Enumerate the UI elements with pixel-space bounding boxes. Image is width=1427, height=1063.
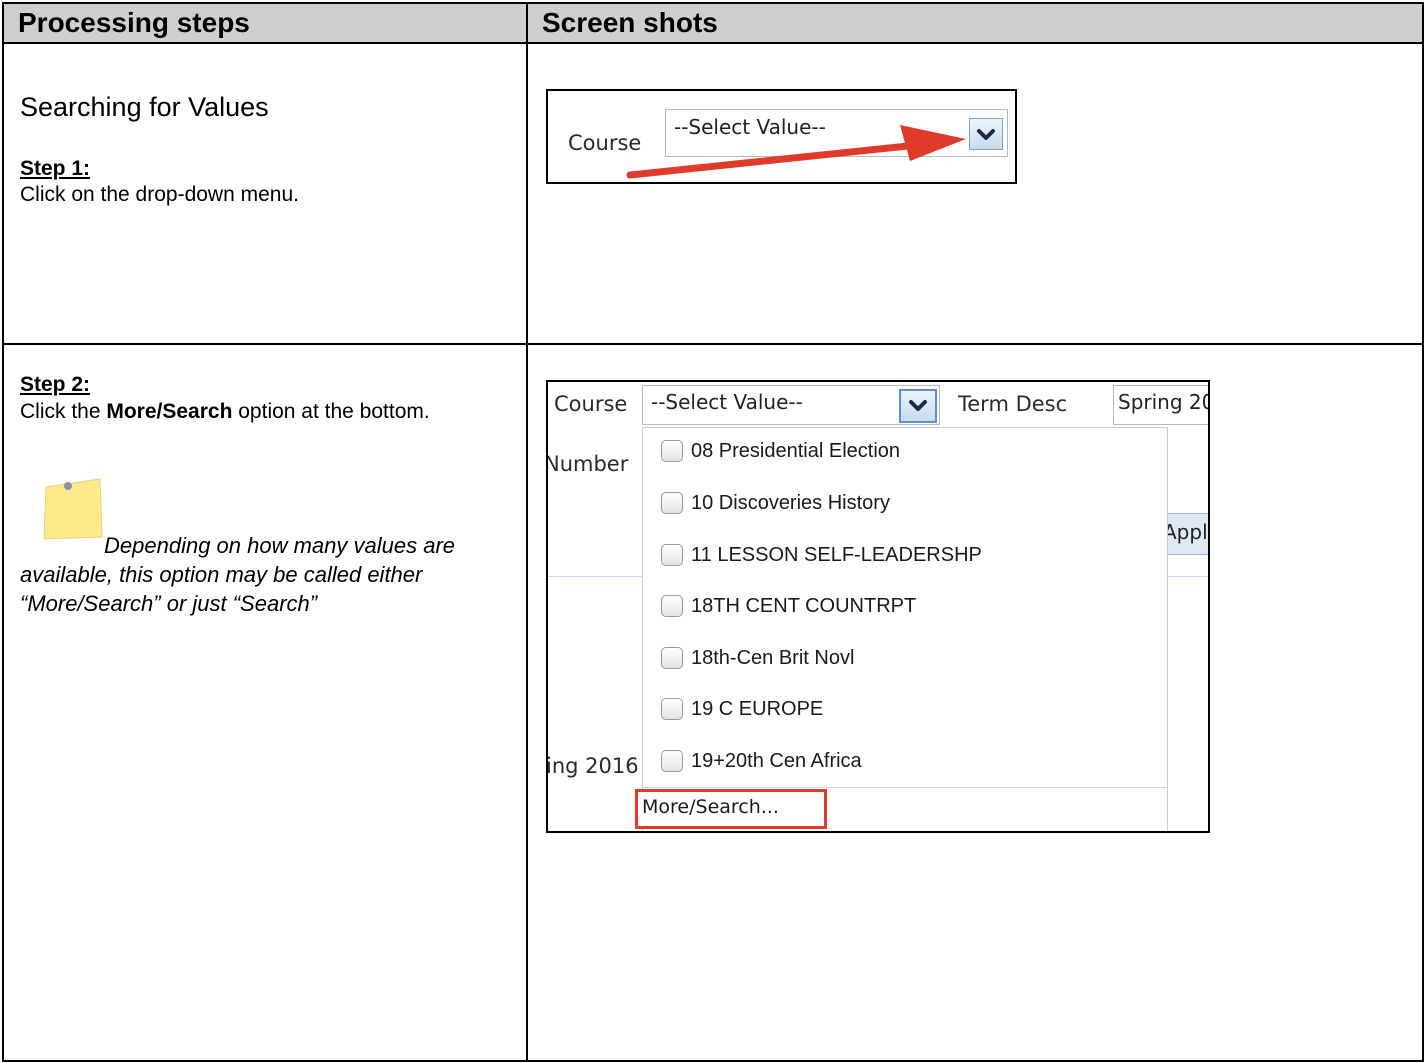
list-item-label: 10 Discoveries History: [691, 491, 890, 514]
step2-note: Depending on how many values are availab…: [20, 533, 456, 616]
list-item[interactable]: 19+20th Cen Africa: [661, 742, 862, 780]
list-item-label: 18TH CENT COUNTRPT: [691, 594, 917, 617]
red-arrow-icon: [626, 125, 966, 179]
header-processing-steps: Processing steps: [2, 2, 528, 44]
step1-screenshot: Course --Select Value--: [546, 89, 1017, 184]
chevron-down-icon: [909, 400, 927, 411]
step2-text-cell: Step 2: Click the More/Search option at …: [2, 343, 528, 1062]
term-value-text: Spring 20: [1118, 390, 1210, 414]
step2-screenshot: Course --Select Value-- Term Desc Spring…: [546, 380, 1210, 833]
dropdown-button[interactable]: [899, 389, 937, 423]
dropdown-list: 08 Presidential Election 10 Discoveries …: [635, 427, 1168, 831]
procedure-table: Processing steps Screen shots Searching …: [2, 2, 1424, 1062]
list-item-label: 19 C EUROPE: [691, 697, 824, 720]
checkbox[interactable]: [661, 440, 683, 462]
step1-instruction: Click on the drop-down menu.: [20, 183, 299, 206]
list-item[interactable]: 08 Presidential Election: [661, 432, 900, 470]
step2-text-prefix: Click the: [20, 400, 107, 423]
list-item[interactable]: 18TH CENT COUNTRPT: [661, 587, 916, 625]
list-item-label: 19+20th Cen Africa: [691, 749, 862, 772]
step2-label: Step 2:: [20, 373, 91, 396]
step2-text-bold: More/Search: [106, 400, 233, 423]
list-item[interactable]: 18th-Cen Brit Novl: [661, 639, 854, 677]
step1-text-cell: Searching for Values Step 1: Click on th…: [2, 42, 528, 345]
course-select[interactable]: --Select Value--: [642, 385, 940, 425]
list-item-label: 08 Presidential Election: [691, 439, 901, 462]
select-value-text: --Select Value--: [651, 390, 803, 414]
checkbox[interactable]: [661, 492, 683, 514]
step2-instruction: Click the More/Search option at the bott…: [20, 399, 500, 424]
list-item[interactable]: 10 Discoveries History: [661, 484, 890, 522]
number-label: Number: [546, 452, 629, 476]
header-screen-shots: Screen shots: [526, 2, 1424, 44]
step1-label: Step 1:: [20, 157, 91, 180]
spring-partial-text: ing 2016: [546, 754, 639, 778]
term-select[interactable]: Spring 20: [1113, 385, 1210, 425]
checkbox[interactable]: [661, 750, 683, 772]
list-divider: [643, 787, 1167, 788]
checkbox[interactable]: [661, 698, 683, 720]
more-search-option[interactable]: More/Search...: [635, 789, 827, 829]
step2-text-suffix: option at the bottom.: [232, 400, 430, 423]
section-title: Searching for Values: [20, 92, 269, 122]
checkbox[interactable]: [661, 544, 683, 566]
list-item[interactable]: 11 LESSON SELF-LEADERSHP: [661, 536, 982, 574]
checkbox[interactable]: [661, 595, 683, 617]
step2-screenshot-cell: Course --Select Value-- Term Desc Spring…: [526, 343, 1424, 1062]
course-label: Course: [554, 392, 628, 416]
more-search-label: More/Search...: [642, 796, 779, 818]
list-item-label: 18th-Cen Brit Novl: [691, 646, 855, 669]
list-item-label: 11 LESSON SELF-LEADERSHP: [691, 543, 982, 566]
apply-button-label: Appl: [1163, 520, 1208, 544]
step1-screenshot-cell: Course --Select Value--: [526, 42, 1424, 345]
term-desc-label: Term Desc: [958, 392, 1068, 416]
list-item[interactable]: 19 C EUROPE: [661, 690, 823, 728]
checkbox[interactable]: [661, 647, 683, 669]
